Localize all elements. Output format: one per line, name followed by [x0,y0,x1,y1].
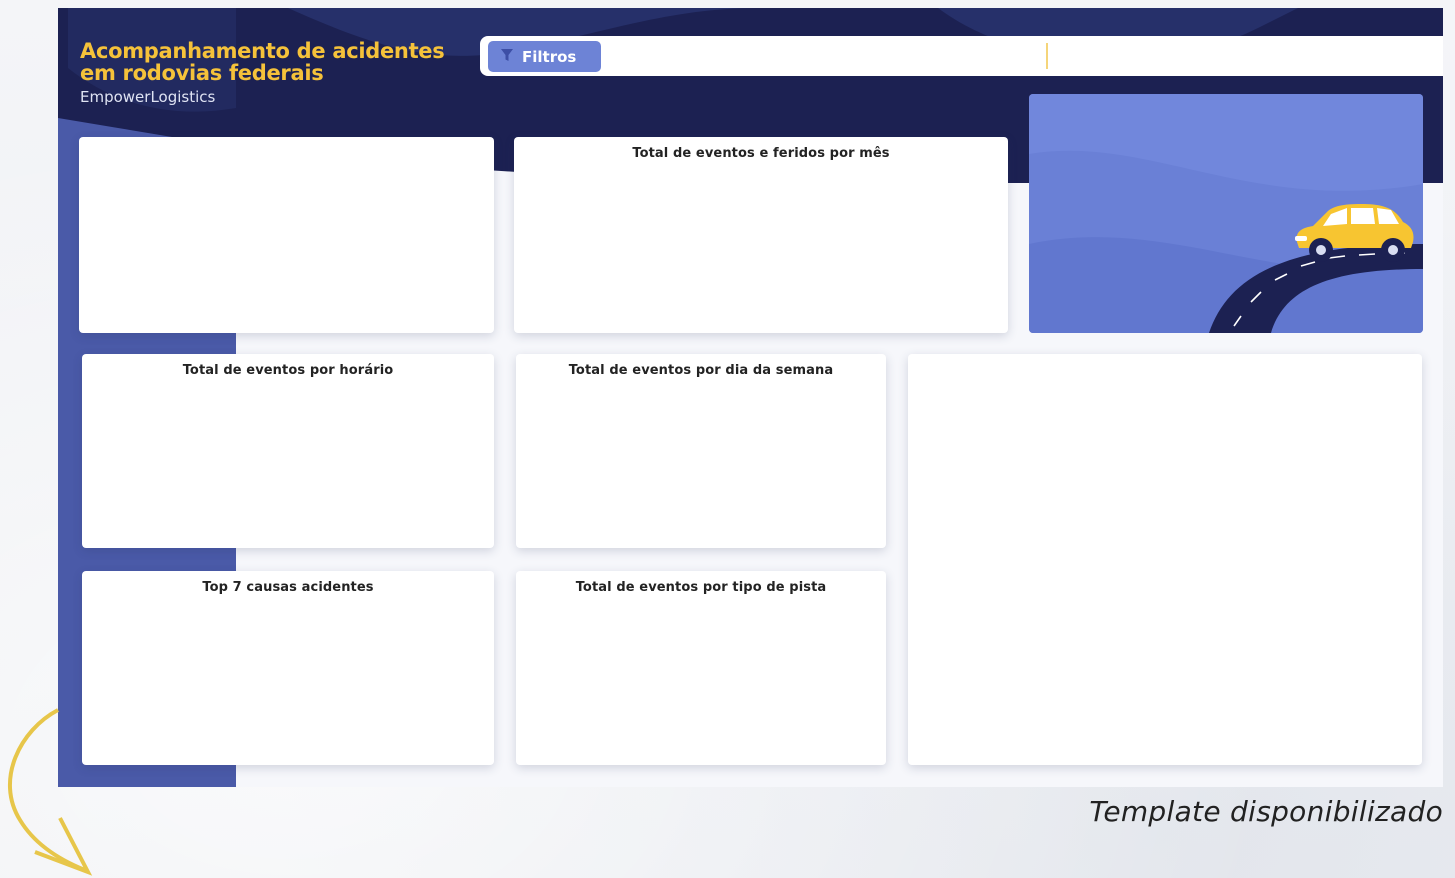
dashboard-canvas: Acompanhamento de acidentes em rodovias … [58,8,1443,787]
template-caption: Template disponibilizado [1089,795,1443,828]
card-track-type-events: Total de eventos por tipo de pista [516,571,886,765]
page-title: Acompanhamento de acidentes em rodovias … [80,39,445,85]
card-title-track-type: Total de eventos por tipo de pista [575,580,827,595]
filters-button[interactable]: Filtros [488,41,601,72]
filter-divider [1046,43,1048,69]
card-hourly-events: Total de eventos por horário [82,354,494,548]
filters-button-label: Filtros [522,47,577,66]
card-title-causes: Top 7 causas acidentes [202,580,374,595]
funnel-icon [500,48,514,66]
card-weekday-events: Total de eventos por dia da semana [516,354,886,548]
title-line-2: em rodovias federais [80,61,324,85]
card-title-monthly: Total de eventos e feridos por mês [632,146,890,161]
car-icon [1295,204,1414,262]
curved-arrow-icon [8,708,93,876]
card-title-weekday: Total de eventos por dia da semana [568,363,834,378]
company-name: EmpowerLogistics [80,88,216,106]
filter-bar: Filtros [480,36,1443,76]
title-line-1: Acompanhamento de acidentes [80,39,445,63]
card-kpi-blank [79,137,494,333]
hero-illustration [1029,94,1423,333]
card-top-causes: Top 7 causas acidentes [82,571,494,765]
card-map-blank [908,354,1422,765]
card-title-hourly: Total de eventos por horário [182,363,394,378]
card-monthly-events: Total de eventos e feridos por mês [514,137,1008,333]
